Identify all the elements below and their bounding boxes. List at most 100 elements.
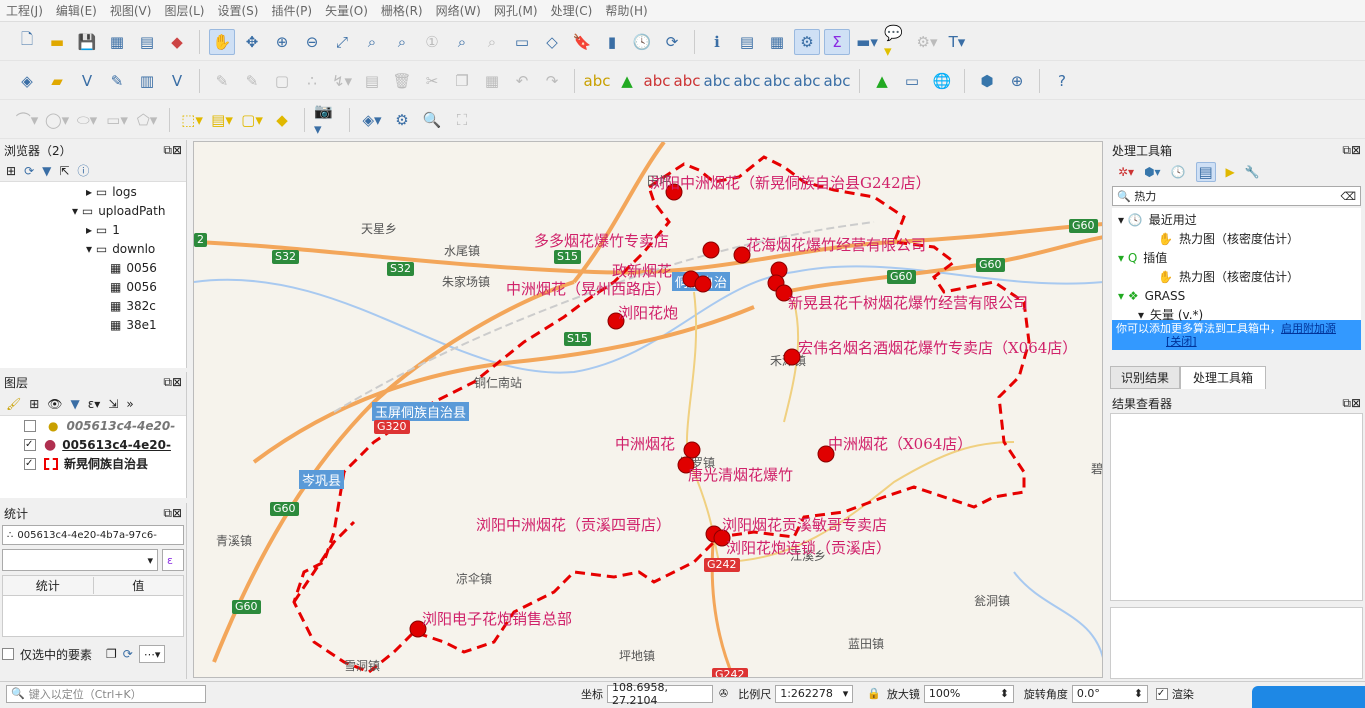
layer-styling-icon[interactable]: ◈▾ [359,107,385,133]
expression-icon[interactable]: ε [162,549,184,571]
temporal-icon[interactable]: 🕓 [629,29,655,55]
gps-icon[interactable]: ▥ [134,68,160,94]
show-bookmarks-icon[interactable]: ▮ [599,29,625,55]
rotate-label-icon[interactable]: abc [764,68,791,94]
panel-close-icon[interactable]: ⧉⊠ [1342,396,1361,411]
close-notice-link[interactable]: [关闭] [1166,335,1197,348]
digitize-shape-icon[interactable]: ⌒▾ [14,107,40,133]
paste-icon[interactable]: ▦ [479,68,505,94]
panel-close-icon[interactable]: ⧉⊠ [1342,143,1361,158]
tree-group[interactable]: ▾ ❖ GRASS [1112,286,1361,305]
new-project-icon[interactable]: 🗋 [14,29,40,55]
shop-point[interactable] [694,275,712,293]
help-icon[interactable]: ? [1049,68,1075,94]
menu-edit[interactable]: 编辑(E) [56,2,97,19]
layer-row[interactable]: ● 005613c4-4e20- [0,416,186,435]
diagram-icon[interactable]: ▲ [614,68,640,94]
digitize-icon[interactable]: ✎ [104,68,130,94]
render-checkbox[interactable]: ✓ [1155,687,1168,700]
new-vector-icon[interactable]: V [74,68,100,94]
label-props-icon[interactable]: abc [824,68,851,94]
zoom-full-icon[interactable]: ⤢ [329,29,355,55]
menu-mesh[interactable]: 网孔(M) [494,2,538,19]
zoom-native-icon[interactable]: ① [419,29,445,55]
stats-menu-button[interactable]: ⋯▾ [138,645,166,663]
pin-label-icon[interactable]: abc [644,68,671,94]
new-3d-view-icon[interactable]: ◇ [539,29,565,55]
circle-icon[interactable]: ◯▾ [44,107,70,133]
pan-icon[interactable]: ✋ [209,28,235,55]
select-features-icon[interactable]: ⬚▾ [179,107,205,133]
info-icon[interactable]: ⓘ [77,162,89,179]
delete-icon[interactable]: 🗑 [389,68,415,94]
attribute-table-icon[interactable]: ▤ [734,29,760,55]
add-feature-icon[interactable]: ∴ [299,68,325,94]
tab-identify[interactable]: 识别结果 [1110,366,1181,389]
select-by-value-icon[interactable]: ▤▾ [209,107,235,133]
shop-point[interactable] [702,241,720,259]
tree-item[interactable]: ▾ ▭ downlo [86,239,186,258]
identify-icon[interactable]: ℹ [704,29,730,55]
history-icon[interactable]: 🕓 [1171,165,1186,179]
stats-layer-select[interactable]: ∴ 005613c4-4e20-4b7a-97c6- [2,525,184,545]
panel-close-icon[interactable]: ⧉⊠ [163,506,182,521]
virtual-layer-icon[interactable]: V [164,68,190,94]
open-project-icon[interactable]: ▬ [44,29,70,55]
refresh-icon[interactable]: ⟳ [659,29,685,55]
menu-processing[interactable]: 处理(C) [551,2,593,19]
edit-rendering-icon[interactable]: ▶ [1226,165,1235,179]
models-icon[interactable]: ✲▾ [1118,165,1134,179]
eye-icon[interactable]: 👁 [47,397,62,411]
menu-vector[interactable]: 矢量(O) [325,2,368,19]
new-map-view-icon[interactable]: ▭ [509,29,535,55]
tree-item[interactable]: ▸ ▭ logs [86,182,186,201]
style-brush-icon[interactable]: 🖌 [6,397,21,411]
more-icon[interactable]: » [126,397,133,411]
rectangle-icon[interactable]: ▭▾ [104,107,130,133]
expression-icon[interactable]: ε▾ [88,397,101,411]
pan-to-selection-icon[interactable]: ✥ [239,29,265,55]
clear-icon[interactable]: ⌫ [1340,190,1356,203]
python-scripts-icon[interactable]: ⬢▾ [1144,165,1161,179]
zoom-in-icon[interactable]: ⊕ [269,29,295,55]
python-icon[interactable]: ⬢ [974,68,1000,94]
add-layer-icon[interactable]: ▰ [44,68,70,94]
show-label-icon[interactable]: abc [734,68,761,94]
tree-algorithm[interactable]: ✋ 热力图（核密度估计） [1112,229,1361,248]
tree-item[interactable]: ▦ 382c [110,296,186,315]
field-calculator-icon[interactable]: ▦ [764,29,790,55]
fullscreen-icon[interactable]: ⛶ [449,107,475,133]
locator-icon[interactable]: ⚙▾ [914,29,940,55]
map-canvas[interactable]: 天星乡 水尾镇 朱家场镇 铜仁南站 青溪镇 凉伞镇 雪洞镇 坪地镇 蓝田镇 瓮洞… [193,141,1103,678]
add-group-icon[interactable]: ⊞ [29,397,39,411]
text-annotation-icon[interactable]: T▾ [944,29,970,55]
layer-row[interactable]: ✓ 新晃侗族自治县 [0,454,186,473]
locator-input[interactable]: 🔍 键入以定位（Ctrl+K） [6,684,206,703]
layer-checkbox[interactable] [24,419,36,432]
panel-close-icon[interactable]: ⧉⊠ [163,375,182,390]
tree-item[interactable]: ▾ ▭ uploadPath [72,201,186,220]
menu-settings[interactable]: 设置(S) [218,2,259,19]
save-project-icon[interactable]: 💾 [74,29,100,55]
zoom-selection-icon[interactable]: ⌕ [359,29,385,55]
georef-icon[interactable]: ▲ [869,68,895,94]
globe-icon[interactable]: 🌐 [929,68,955,94]
panel-close-icon[interactable]: ⧉⊠ [163,143,182,158]
menu-layer[interactable]: 图层(L) [164,2,204,19]
processing-toolbox-icon[interactable]: ⚙ [794,28,820,55]
bookmark-icon[interactable]: 🔖 [569,29,595,55]
menu-view[interactable]: 视图(V) [110,2,152,19]
tree-item[interactable]: ▸ ▭ 1 [86,220,186,239]
menu-plugins[interactable]: 插件(P) [271,2,312,19]
zoom-layer-icon[interactable]: ⌕ [389,29,415,55]
copy-icon[interactable]: ❐ [449,68,475,94]
copy-icon[interactable]: ❐ [106,647,117,661]
zoom-next-icon[interactable]: ⌕ [479,29,505,55]
new-print-layout-icon[interactable]: ▦ [104,29,130,55]
tree-algorithm[interactable]: ✋ 热力图（核密度估计） [1112,267,1361,286]
filter-legend-icon[interactable]: ▼ [71,397,80,411]
layer-row[interactable]: ✓ ● 005613c4-4e20- [0,435,186,454]
tree-item[interactable]: ▦ 38e1 [110,315,186,334]
map-tips-icon[interactable]: 💬▾ [884,24,910,60]
results-icon[interactable]: ▤ [1195,162,1216,182]
